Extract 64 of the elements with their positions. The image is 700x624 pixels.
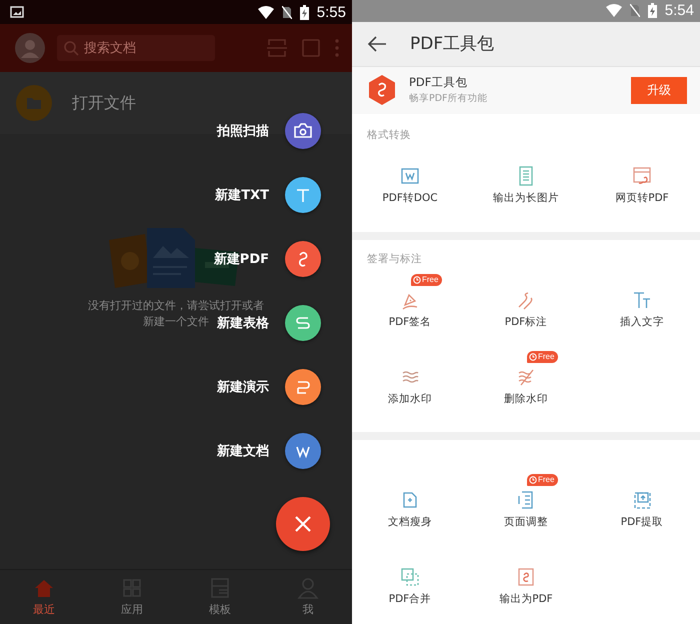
pdf-file-icon [516,567,536,587]
menu-label[interactable]: 新建文档 [217,442,269,460]
tool-button[interactable]: Free 页面调整 [468,471,584,548]
battery-icon [300,4,309,20]
tool-button[interactable]: 插入文字 [584,271,700,348]
clock-icon [529,353,537,361]
tool-button[interactable]: Free 删除水印 [468,348,584,425]
section-heading: 格式转换 [366,128,412,143]
badge-text: Free [422,274,438,286]
badge-text: Free [538,351,554,363]
tool-button[interactable]: 输出为PDF [468,548,584,616]
menu-label[interactable]: 新建演示 [217,378,269,396]
page-title: PDF工具包 [410,33,494,56]
no-sim-icon [282,6,292,18]
badge-text: Free [538,474,554,486]
clock-icon [529,476,537,484]
tool-button[interactable]: 网页转PDF [584,147,700,224]
section-heading: 签署与标注 [366,252,423,267]
promo-title: PDF工具包 [409,75,468,90]
tool-button[interactable]: PDF合并 [352,548,468,616]
text-size-icon [632,290,652,310]
nav-tab[interactable]: 我 [264,570,352,624]
wifi-icon [606,4,622,18]
hexagon-logo-icon [367,75,397,106]
status-time: 5:55 [316,4,346,20]
fab-button[interactable] [285,113,321,149]
status-time: 5:54 [664,2,694,20]
nav-tab[interactable]: 最近 [0,570,88,624]
tool-button[interactable]: Free PDF签名 [352,271,468,348]
empty-state-text: 新建一个文件 [143,314,209,330]
empty-state-text: 没有打开过的文件，请尝试打开或者 [88,298,264,314]
search-field[interactable]: 搜索文档 [57,35,215,61]
menu-label[interactable]: 新建TXT [215,186,269,204]
wifi-icon [258,6,274,18]
tool-button[interactable]: PDF提取 [584,471,700,548]
fab-button[interactable] [285,433,321,469]
close-button[interactable] [276,497,330,551]
menu-label[interactable]: 新建PDF [214,250,269,268]
fab-button[interactable] [285,305,321,341]
close-icon [294,515,312,533]
clock-icon [413,276,421,284]
home-icon [33,577,55,599]
fab-button[interactable] [285,369,321,405]
no-sim-icon [630,4,640,18]
open-file-label[interactable]: 打开文件 [72,92,136,114]
upload-box-icon [632,490,652,510]
menu-label[interactable]: 新建表格 [217,314,269,332]
tool-button[interactable]: 输出为长图片 [468,147,584,224]
browser-icon [632,166,652,186]
promo-subtitle: 畅享PDF所有功能 [409,92,489,106]
merge-icon [400,567,420,587]
menu-label[interactable]: 拍照扫描 [217,122,269,140]
tool-button[interactable]: 文档瘦身 [352,471,468,548]
nav-tab[interactable]: 应用 [88,570,176,624]
fab-button[interactable] [285,241,321,277]
w-document-icon [400,166,420,186]
fab-button[interactable] [285,177,321,213]
tool-button[interactable]: 添加水印 [352,348,468,425]
crossed-waves-icon [516,367,536,387]
battery-icon [648,3,657,18]
nav-tab[interactable]: 模板 [176,570,264,624]
tool-button[interactable]: PDF转DOC [352,147,468,224]
image-icon [10,6,24,18]
tool-button[interactable]: PDF标注 [468,271,584,348]
